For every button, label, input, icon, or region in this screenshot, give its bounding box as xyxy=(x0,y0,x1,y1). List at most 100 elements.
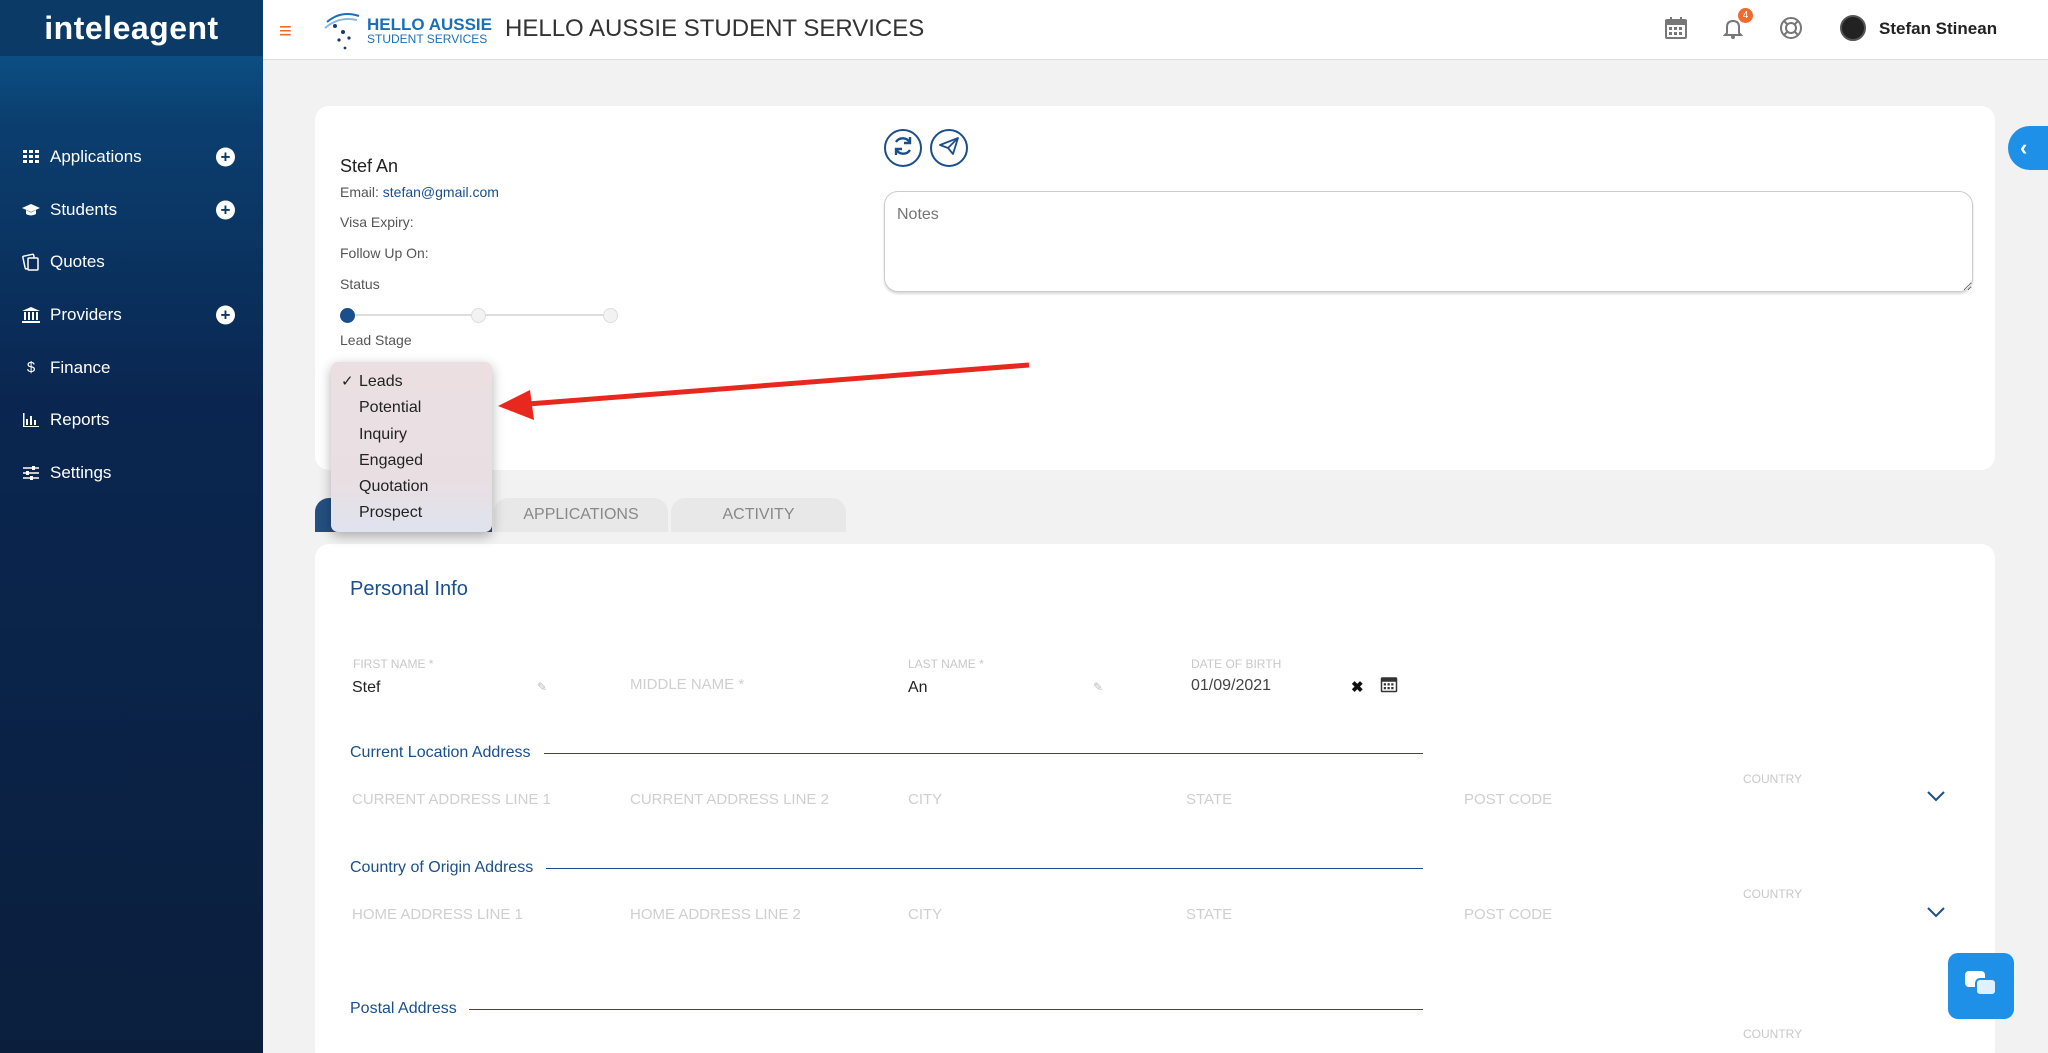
add-provider-button[interactable]: + xyxy=(216,305,235,325)
current-address-line1-input[interactable]: CURRENT ADDRESS LINE 1 xyxy=(352,791,551,808)
chat-button[interactable] xyxy=(1948,953,2014,1019)
bar-chart-icon xyxy=(22,411,40,429)
sync-button[interactable] xyxy=(884,129,922,167)
current-address-heading: Current Location Address xyxy=(350,744,531,761)
notification-badge: 4 xyxy=(1738,8,1753,23)
brand-line-2: STUDENT SERVICES xyxy=(367,31,488,46)
send-button[interactable] xyxy=(930,129,968,167)
lead-stage-option-leads[interactable]: ✓ Leads xyxy=(331,369,492,395)
clear-date-icon[interactable]: ✖ xyxy=(1351,678,1364,696)
sidebar-item-label: Settings xyxy=(50,462,112,482)
sidebar-item-label: Quotes xyxy=(50,252,105,272)
current-city-input[interactable]: CITY xyxy=(908,791,942,808)
divider xyxy=(469,1009,1423,1010)
postal-address-heading: Postal Address xyxy=(350,1000,457,1017)
divider xyxy=(544,753,1423,754)
home-address-line1-input[interactable]: HOME ADDRESS LINE 1 xyxy=(352,906,523,923)
current-post-code-input[interactable]: POST CODE xyxy=(1464,791,1552,808)
email-row: Email: stefan@gmail.com xyxy=(340,184,499,200)
tab-activity[interactable]: ACTIVITY xyxy=(671,498,846,532)
sidebar-item-label: Providers xyxy=(50,305,122,325)
sidebar-item-providers[interactable]: Providers + xyxy=(0,289,263,342)
chevron-left-icon: ‹ xyxy=(2020,135,2028,160)
sidebar-item-reports[interactable]: Reports xyxy=(0,394,263,447)
origin-post-code-input[interactable]: POST CODE xyxy=(1464,906,1552,923)
add-student-button[interactable]: + xyxy=(216,200,235,220)
help-lifebuoy-icon[interactable] xyxy=(1777,14,1805,42)
status-step-2[interactable] xyxy=(471,308,486,323)
tab-applications[interactable]: APPLICATIONS xyxy=(494,498,668,532)
sidebar-item-label: Finance xyxy=(50,357,111,377)
lead-stage-label: Lead Stage xyxy=(340,332,412,348)
postal-country-label: COUNTRY xyxy=(1743,1027,1803,1041)
last-name-label: LAST NAME * xyxy=(908,657,984,671)
student-summary-card: Stef An Email: stefan@gmail.com Visa Exp… xyxy=(315,106,1995,470)
app-logo[interactable]: inteleagent xyxy=(0,0,263,56)
chevron-down-icon[interactable] xyxy=(1927,786,1945,807)
top-header: ≡ HELLO AUSSIE STUDENT SERVICES HELLO AU… xyxy=(263,0,2048,60)
page-title: HELLO AUSSIE STUDENT SERVICES xyxy=(505,15,925,42)
dob-input[interactable]: 01/09/2021 xyxy=(1191,677,1271,695)
origin-city-input[interactable]: CITY xyxy=(908,906,942,923)
sidebar-item-label: Students xyxy=(50,199,118,219)
current-state-input[interactable]: STATE xyxy=(1186,791,1232,808)
student-name: Stef An xyxy=(340,156,399,176)
current-country-label: COUNTRY xyxy=(1743,772,1803,786)
lead-stage-option-quotation[interactable]: Quotation xyxy=(331,474,492,500)
notes-textarea[interactable] xyxy=(884,191,1973,292)
status-label: Status xyxy=(340,276,380,292)
grid-icon xyxy=(22,148,40,166)
calendar-icon[interactable] xyxy=(1662,14,1690,42)
lead-stage-option-prospect[interactable]: Prospect xyxy=(331,500,492,526)
sidebar-item-applications[interactable]: Applications + xyxy=(0,131,263,184)
sidebar-item-finance[interactable]: $ Finance xyxy=(0,341,263,394)
lead-stage-option-inquiry[interactable]: Inquiry xyxy=(331,422,492,448)
origin-state-input[interactable]: STATE xyxy=(1186,906,1232,923)
sidebar-item-students[interactable]: Students + xyxy=(0,184,263,237)
lead-stage-dropdown[interactable]: ✓ Leads Potential Inquiry Engaged Quotati… xyxy=(331,362,492,532)
sidebar: inteleagent Applications + Students + Qu… xyxy=(0,0,263,1053)
paper-plane-icon xyxy=(939,136,959,161)
status-step-1[interactable] xyxy=(340,308,355,323)
personal-info-card: Personal Info FIRST NAME * Stef ✎ MIDDLE… xyxy=(315,544,1995,1053)
home-address-line2-input[interactable]: HOME ADDRESS LINE 2 xyxy=(630,906,801,923)
sidebar-item-label: Reports xyxy=(50,410,110,430)
user-avatar[interactable] xyxy=(1840,15,1866,41)
brand-line-1: HELLO AUSSIE xyxy=(367,14,492,34)
middle-name-input[interactable]: MIDDLE NAME * xyxy=(630,676,744,693)
chat-bubbles-icon xyxy=(1963,969,1999,1004)
calendar-picker-icon[interactable] xyxy=(1380,675,1398,698)
status-step-3[interactable] xyxy=(603,308,618,323)
origin-address-heading: Country of Origin Address xyxy=(350,859,534,876)
edit-pencil-icon[interactable]: ✎ xyxy=(1093,680,1103,694)
collapse-panel-button[interactable]: ‹ xyxy=(2008,126,2048,170)
personal-info-title: Personal Info xyxy=(350,578,468,600)
email-link[interactable]: stefan@gmail.com xyxy=(383,184,499,200)
last-name-input[interactable]: An xyxy=(908,679,928,697)
email-label: Email: xyxy=(340,184,379,200)
visa-expiry-label: Visa Expiry: xyxy=(340,214,414,230)
notifications-bell-icon[interactable]: 4 xyxy=(1719,8,1753,42)
user-name[interactable]: Stefan Stinean xyxy=(1879,19,1997,39)
first-name-label: FIRST NAME * xyxy=(353,657,434,671)
current-address-line2-input[interactable]: CURRENT ADDRESS LINE 2 xyxy=(630,791,829,808)
graduation-cap-icon xyxy=(22,201,40,219)
sidebar-item-settings[interactable]: Settings xyxy=(0,447,263,500)
follow-up-label: Follow Up On: xyxy=(340,245,429,261)
dob-label: DATE OF BIRTH xyxy=(1191,657,1282,671)
chevron-down-icon[interactable] xyxy=(1927,902,1945,923)
checkmark-icon: ✓ xyxy=(341,373,354,390)
lead-stage-option-engaged[interactable]: Engaged xyxy=(331,448,492,474)
sidebar-item-quotes[interactable]: Quotes xyxy=(0,236,263,289)
sidebar-nav: Applications + Students + Quotes Provide… xyxy=(0,131,263,499)
quotes-icon xyxy=(22,253,40,272)
southern-cross-icon xyxy=(323,8,361,52)
lead-stage-option-potential[interactable]: Potential xyxy=(331,395,492,421)
brand-logo: HELLO AUSSIE STUDENT SERVICES xyxy=(323,8,492,52)
first-name-input[interactable]: Stef xyxy=(352,679,380,697)
edit-pencil-icon[interactable]: ✎ xyxy=(537,680,547,694)
add-application-button[interactable]: + xyxy=(216,147,235,167)
origin-country-label: COUNTRY xyxy=(1743,887,1803,901)
hamburger-menu-icon[interactable]: ≡ xyxy=(279,18,292,44)
dollar-icon: $ xyxy=(26,359,36,377)
